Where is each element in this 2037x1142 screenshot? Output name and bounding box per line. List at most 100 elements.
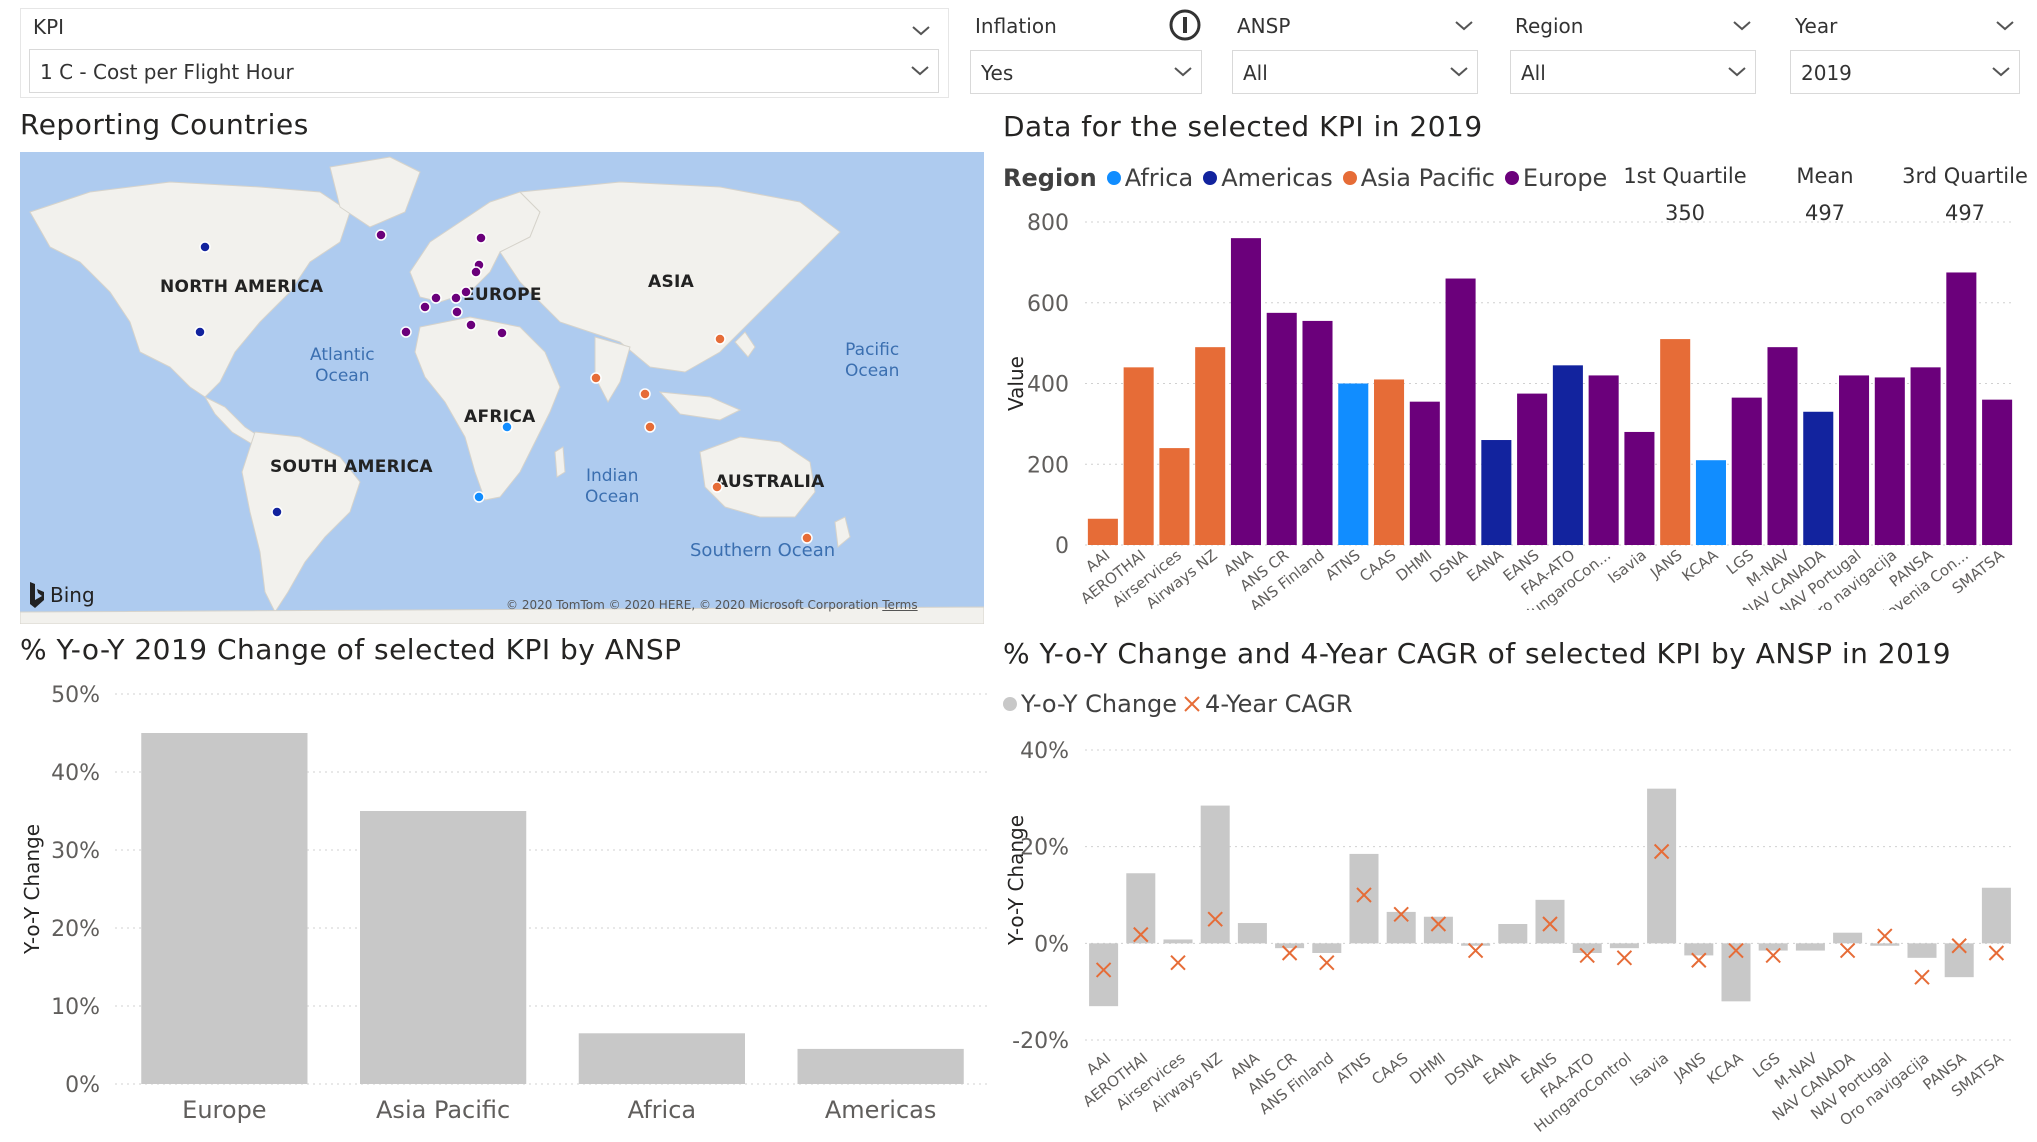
bar[interactable] <box>1087 518 1118 545</box>
bar[interactable] <box>1374 379 1405 545</box>
bar[interactable] <box>1833 932 1863 944</box>
map-point[interactable] <box>419 301 431 313</box>
bar[interactable] <box>1089 943 1119 1007</box>
map-point[interactable] <box>400 326 412 338</box>
map-point[interactable] <box>375 229 387 241</box>
bar[interactable] <box>1498 924 1528 944</box>
ansp-dropdown[interactable]: All <box>1232 50 1478 94</box>
cagr-marker[interactable] <box>1319 954 1335 971</box>
map-point[interactable] <box>639 388 651 400</box>
bar[interactable] <box>1647 788 1677 944</box>
region-dropdown[interactable]: All <box>1510 50 1756 94</box>
map-point[interactable] <box>475 232 487 244</box>
map-point[interactable] <box>430 292 442 304</box>
bar[interactable] <box>1386 911 1416 944</box>
chevron-down-icon[interactable] <box>1995 20 2015 32</box>
cagr-marker[interactable] <box>1616 950 1633 966</box>
map-terms-link[interactable]: Terms <box>882 598 917 612</box>
bar[interactable] <box>1237 923 1267 944</box>
bar[interactable] <box>1839 375 1870 545</box>
cagr-marker[interactable] <box>1988 945 2005 961</box>
bar[interactable] <box>141 733 308 1084</box>
bar[interactable] <box>1535 899 1565 944</box>
bar[interactable] <box>1517 393 1548 545</box>
bar[interactable] <box>1758 943 1788 951</box>
bar[interactable] <box>1907 943 1937 958</box>
bar[interactable] <box>1981 887 2011 944</box>
map-point[interactable] <box>465 319 477 331</box>
bar[interactable] <box>1312 943 1342 953</box>
bar[interactable] <box>1409 401 1440 545</box>
bar[interactable] <box>1695 460 1726 545</box>
bar[interactable] <box>1195 347 1226 545</box>
map-point[interactable] <box>470 266 482 278</box>
legend-item-cagr[interactable]: 4-Year CAGR <box>1183 690 1353 718</box>
legend-item-americas[interactable]: Americas <box>1203 164 1333 192</box>
bar[interactable] <box>1609 943 1639 949</box>
map-point[interactable] <box>711 481 723 493</box>
bar[interactable] <box>1795 943 1825 951</box>
info-icon[interactable] <box>1168 8 1202 42</box>
map-point[interactable] <box>714 333 726 345</box>
chevron-down-icon[interactable] <box>1732 20 1752 32</box>
year-dropdown[interactable]: 2019 <box>1790 50 2020 94</box>
bar[interactable] <box>1660 339 1691 545</box>
bar[interactable] <box>1302 320 1333 545</box>
bar[interactable] <box>1159 448 1190 545</box>
bar[interactable] <box>1552 365 1583 545</box>
bar[interactable] <box>1588 375 1619 545</box>
bar[interactable] <box>1982 399 2013 545</box>
bar[interactable] <box>1684 943 1714 956</box>
bar[interactable] <box>1767 347 1798 545</box>
cagr-marker[interactable] <box>1877 928 1893 944</box>
bar[interactable] <box>1803 411 1834 545</box>
map-point[interactable] <box>271 506 283 518</box>
cagr-marker[interactable] <box>1170 954 1186 971</box>
bar[interactable] <box>1126 873 1156 944</box>
map-point[interactable] <box>450 292 462 304</box>
bar[interactable] <box>1624 431 1655 545</box>
bar[interactable] <box>1572 943 1602 953</box>
map-point[interactable] <box>644 421 656 433</box>
map-point[interactable] <box>473 491 485 503</box>
kpi-dropdown[interactable]: 1 C - Cost per Flight Hour <box>29 49 939 93</box>
map-point[interactable] <box>496 327 508 339</box>
bar[interactable] <box>1423 916 1453 944</box>
bar[interactable] <box>578 1033 745 1084</box>
bar[interactable] <box>1230 238 1261 545</box>
bar[interactable] <box>1445 278 1476 545</box>
map-point[interactable] <box>460 286 472 298</box>
map-point[interactable] <box>194 326 206 338</box>
bar[interactable] <box>1163 939 1193 944</box>
bar[interactable] <box>1338 383 1369 546</box>
bar[interactable] <box>1275 943 1305 949</box>
bar[interactable] <box>1200 805 1230 944</box>
bar[interactable] <box>1721 943 1751 1002</box>
reporting-countries-map[interactable]: NORTH AMERICA EUROPE ASIA AFRICA SOUTH A… <box>20 152 984 624</box>
map-point[interactable] <box>451 306 463 318</box>
legend-item-africa[interactable]: Africa <box>1106 164 1193 192</box>
bar[interactable] <box>1123 367 1154 545</box>
bar[interactable] <box>797 1048 964 1084</box>
map-point[interactable] <box>199 241 211 253</box>
map-point[interactable] <box>501 421 513 433</box>
bar[interactable] <box>1349 853 1379 944</box>
bar[interactable] <box>1910 367 1941 545</box>
bar[interactable] <box>1731 397 1762 545</box>
bar[interactable] <box>1481 440 1512 545</box>
map-point[interactable] <box>801 532 813 544</box>
legend-item-yoy[interactable]: Y-o-Y Change <box>1003 690 1177 718</box>
legend-item-europe[interactable]: Europe <box>1504 164 1607 192</box>
bar[interactable] <box>360 811 527 1084</box>
chevron-down-icon[interactable] <box>1454 20 1474 32</box>
bar[interactable] <box>1874 377 1905 545</box>
map-point[interactable] <box>590 372 602 384</box>
bar[interactable] <box>1944 943 1974 978</box>
inflation-dropdown[interactable]: Yes <box>970 50 1202 94</box>
chevron-down-icon[interactable] <box>911 25 931 37</box>
bar[interactable] <box>1266 312 1297 545</box>
legend-item-asia-pacific[interactable]: Asia Pacific <box>1342 164 1495 192</box>
bar[interactable] <box>1870 943 1900 946</box>
cagr-marker[interactable] <box>1839 942 1856 959</box>
cagr-marker[interactable] <box>1914 969 1930 985</box>
